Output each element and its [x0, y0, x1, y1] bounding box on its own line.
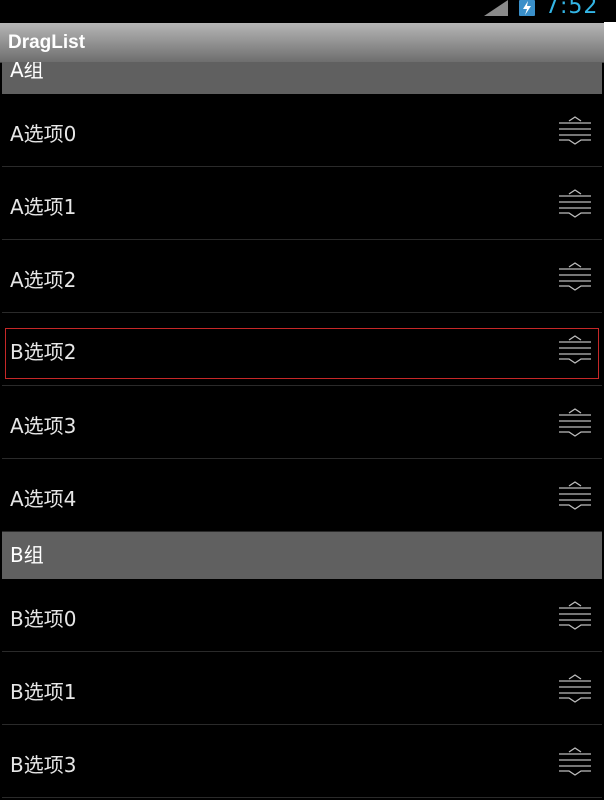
group-header-label: B组 — [10, 543, 44, 567]
drag-handle-icon[interactable] — [557, 747, 593, 777]
screen-edge — [604, 22, 616, 800]
list-item-label: A选项1 — [10, 195, 77, 219]
group-header-a: A组 — [2, 62, 602, 94]
drag-handle-icon[interactable] — [557, 335, 593, 365]
drag-list[interactable]: A组 A选项0 A选项1 A选项2 B选项2 A选项3 A选项4 B组 B选项0… — [2, 62, 602, 800]
list-item[interactable]: A选项4 — [2, 459, 602, 532]
dragging-list-item[interactable]: B选项2 — [2, 313, 602, 386]
list-item[interactable]: A选项0 — [2, 94, 602, 167]
list-item-label: B选项0 — [10, 607, 77, 631]
drag-handle-icon[interactable] — [557, 262, 593, 292]
list-item-label: A选项4 — [10, 487, 77, 511]
group-header-b: B组 — [2, 532, 602, 579]
list-item[interactable]: A选项1 — [2, 167, 602, 240]
battery-charging-icon — [519, 0, 535, 16]
list-item-label: B选项2 — [10, 340, 77, 364]
list-item[interactable]: A选项3 — [2, 386, 602, 459]
list-item[interactable]: B选项1 — [2, 652, 602, 725]
list-item-label: A选项3 — [10, 414, 77, 438]
title-bar: DragList — [0, 23, 604, 63]
list-item-label: A选项2 — [10, 268, 77, 292]
drag-handle-icon[interactable] — [557, 674, 593, 704]
drag-handle-icon[interactable] — [557, 481, 593, 511]
list-item-label: A选项0 — [10, 122, 77, 146]
drag-highlight-frame — [5, 328, 599, 379]
app-title: DragList — [8, 32, 86, 53]
status-time: 7:52 — [545, 0, 599, 19]
drag-handle-icon[interactable] — [557, 116, 593, 146]
group-header-label: A组 — [10, 62, 44, 82]
list-item-label: B选项3 — [10, 753, 77, 777]
list-item-label: B选项1 — [10, 680, 77, 704]
list-item[interactable]: B选项3 — [2, 725, 602, 798]
drag-handle-icon[interactable] — [557, 408, 593, 438]
status-bar: 7:52 — [0, 0, 616, 22]
drag-handle-icon[interactable] — [557, 601, 593, 631]
drag-handle-icon[interactable] — [557, 189, 593, 219]
signal-icon — [484, 0, 508, 16]
list-item[interactable]: B选项0 — [2, 579, 602, 652]
list-item[interactable]: A选项2 — [2, 240, 602, 313]
